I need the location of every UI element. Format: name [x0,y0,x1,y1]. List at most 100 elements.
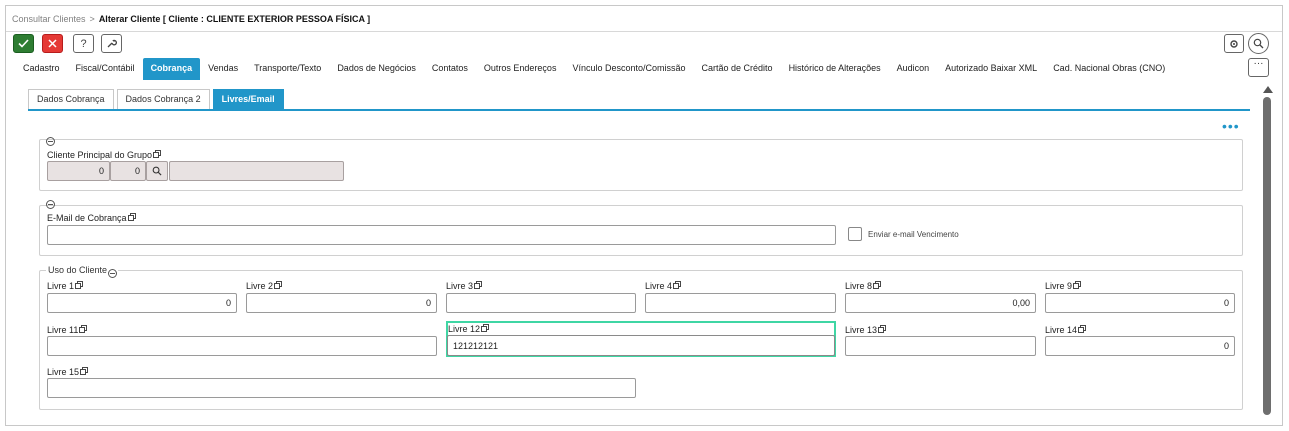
breadcrumb: Consultar Clientes > Alterar Cliente [ Cli… [6,6,1282,32]
tab-livres-email[interactable]: Livres/Email [212,89,284,109]
livre-9-field[interactable]: 0 [1045,293,1235,313]
livre-9-label-text: Livre 9 [1045,281,1073,291]
collapse-icon[interactable] [46,137,55,146]
uso-cliente-legend-text: Uso do Cliente [48,265,108,275]
livre-1-label: Livre 1 [47,281,83,291]
tools-button[interactable] [101,34,122,53]
livre-14-label-text: Livre 14 [1045,325,1078,335]
copy-icon[interactable] [1073,281,1081,289]
copy-icon[interactable] [873,281,881,289]
cliente-principal-sub-code[interactable]: 0 [110,161,146,181]
help-button[interactable]: ? [73,34,94,53]
livre-2-label: Livre 2 [246,281,282,291]
tab-autorizado-xml[interactable]: Autorizado Baixar XML [937,58,1045,80]
enviar-email-checkbox[interactable] [848,227,862,241]
copy-icon[interactable] [474,281,482,289]
livre-3-label-text: Livre 3 [446,281,474,291]
gear-icon [1230,39,1238,48]
livre-4-label: Livre 4 [645,281,681,291]
collapse-icon[interactable] [108,269,118,278]
tab-contatos[interactable]: Contatos [424,58,476,80]
livre-8-label-text: Livre 8 [845,281,873,291]
cliente-principal-label-text: Cliente Principal do Grupo [47,150,153,160]
cliente-principal-code[interactable]: 0 [47,161,110,181]
livre-2-field[interactable]: 0 [246,293,437,313]
copy-icon[interactable] [481,324,489,332]
tab-dados-cobranca[interactable]: Dados Cobrança [28,89,114,109]
x-icon [48,39,57,48]
help-label: ? [80,37,87,50]
tab-cadastro[interactable]: Cadastro [15,58,68,80]
tab-vinculo-desconto[interactable]: Vínculo Desconto/Comissão [564,58,693,80]
livre-14-label: Livre 14 [1045,325,1086,335]
copy-icon[interactable] [1078,325,1086,333]
scroll-up-arrow-icon[interactable] [1263,86,1273,93]
more-options-button[interactable]: ··· [1248,58,1269,77]
copy-icon[interactable] [75,281,83,289]
scrollbar-thumb[interactable] [1263,97,1271,415]
cancel-button[interactable] [42,34,63,53]
uso-cliente-legend: Uso do Cliente [46,265,119,278]
livre-14-field[interactable]: 0 [1045,336,1235,356]
tab-cad-nacional-obras[interactable]: Cad. Nacional Obras (CNO) [1045,58,1173,80]
copy-icon[interactable] [274,281,282,289]
cliente-principal-description [169,161,344,181]
breadcrumb-separator: > [89,14,95,24]
search-icon [1253,38,1264,49]
livre-11-field[interactable] [47,336,437,356]
cliente-principal-label: Cliente Principal do Grupo [47,150,162,160]
email-cobranca-label: E-Mail de Cobrança [47,213,136,223]
options-menu-icon[interactable]: ••• [1222,119,1240,133]
sub-tabs: Dados Cobrança Dados Cobrança 2 Livres/E… [28,89,1250,111]
livre-4-field[interactable] [645,293,836,313]
copy-icon[interactable] [79,325,88,333]
livre-8-label: Livre 8 [845,281,881,291]
livre-1-field[interactable]: 0 [47,293,237,313]
livre-13-label-text: Livre 13 [845,325,878,335]
confirm-button[interactable] [13,34,34,53]
livre-9-label: Livre 9 [1045,281,1081,291]
search-icon [152,166,162,176]
tab-vendas[interactable]: Vendas [200,58,246,80]
cliente-lookup-button[interactable] [146,161,168,181]
settings-button[interactable] [1224,34,1244,53]
livre-12-label-text: Livre 12 [448,324,481,334]
tab-cobranca[interactable]: Cobrança [142,58,201,80]
enviar-email-label: Enviar e-mail Vencimento [868,230,959,239]
copy-icon[interactable] [878,325,886,333]
copy-icon[interactable] [673,281,681,289]
tab-historico-alteracoes[interactable]: Histórico de Alterações [781,58,889,80]
collapse-icon[interactable] [46,200,55,209]
wrench-icon [107,39,117,48]
livre-12-label: Livre 12 [448,324,489,334]
breadcrumb-link-consultar[interactable]: Consultar Clientes [12,14,86,24]
email-cobranca-field[interactable] [47,225,836,245]
tab-cartao-credito[interactable]: Cartão de Crédito [694,58,781,80]
livre-8-field[interactable]: 0,00 [845,293,1036,313]
livre-13-field[interactable] [845,336,1036,356]
tab-dados-negocios[interactable]: Dados de Negócios [329,58,424,80]
livre-11-label: Livre 11 [47,325,88,335]
tab-audicon[interactable]: Audicon [889,58,938,80]
page-title: Alterar Cliente [ Cliente : CLIENTE EXTE… [98,14,371,24]
livre-1-label-text: Livre 1 [47,281,75,291]
livre-2-label-text: Livre 2 [246,281,274,291]
copy-icon[interactable] [80,367,88,375]
search-button[interactable] [1248,33,1269,54]
livre-15-field[interactable] [47,378,636,398]
tab-fiscal-contabil[interactable]: Fiscal/Contábil [68,58,143,80]
check-icon [18,39,29,48]
tab-outros-enderecos[interactable]: Outros Endereços [476,58,565,80]
livre-13-label: Livre 13 [845,325,886,335]
copy-icon[interactable] [127,213,136,221]
livre-12-field[interactable]: 121212121 [447,335,835,356]
livre-15-label-text: Livre 15 [47,367,80,377]
livre-3-field[interactable] [446,293,636,313]
livre-11-label-text: Livre 11 [47,325,79,335]
main-tabs: Cadastro Fiscal/Contábil Cobrança Vendas… [15,58,1173,80]
tab-dados-cobranca-2[interactable]: Dados Cobrança 2 [116,89,210,109]
copy-icon[interactable] [153,150,162,158]
livre-4-label-text: Livre 4 [645,281,673,291]
tab-transporte-texto[interactable]: Transporte/Texto [246,58,329,80]
email-cobranca-label-text: E-Mail de Cobrança [47,213,127,223]
